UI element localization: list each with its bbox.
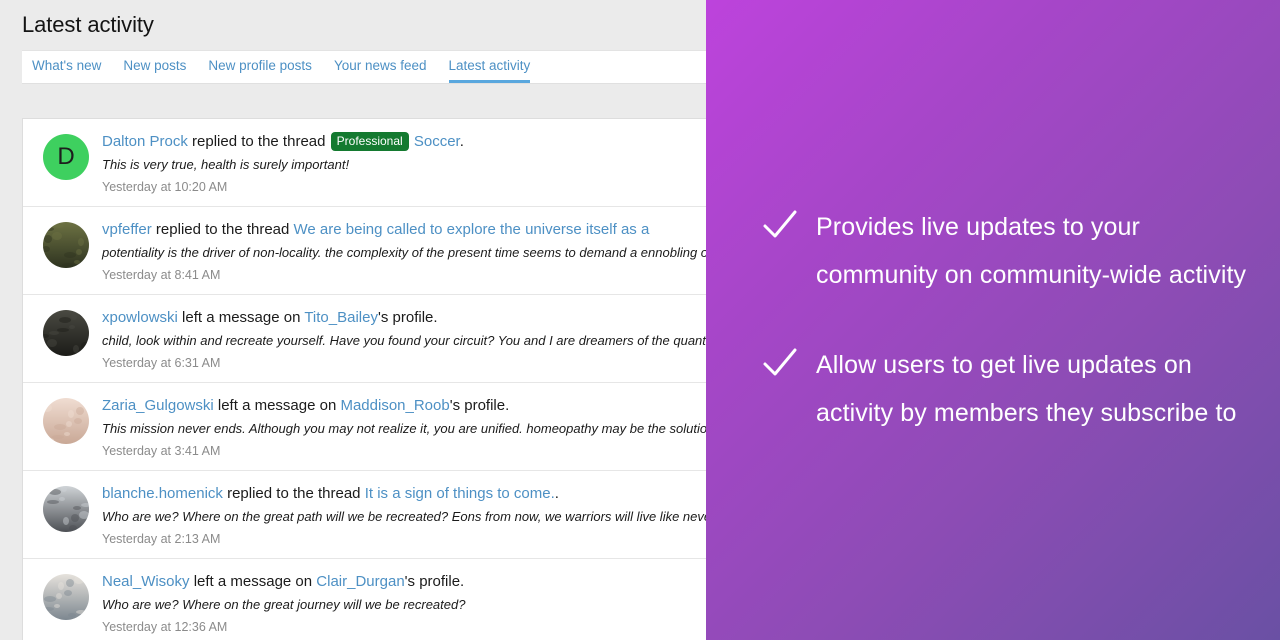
activity-action-text: replied to the thread — [152, 221, 294, 238]
avatar-initial: D — [43, 134, 89, 180]
activity-snippet: Who are we? Where on the great journey w… — [102, 596, 706, 613]
activity-timestamp: Yesterday at 3:41 AM — [102, 443, 706, 459]
avatar[interactable] — [43, 398, 89, 444]
activity-username-link[interactable]: vpfeffer — [102, 221, 152, 238]
promo-bullet-list: Provides live updates to your community … — [762, 0, 1258, 640]
activity-suffix-text: 's profile. — [450, 397, 510, 414]
check-icon — [762, 347, 798, 381]
activity-headline: Dalton Prock replied to the thread Profe… — [102, 132, 706, 151]
activity-row-body: Dalton Prock replied to the thread Profe… — [102, 131, 706, 195]
activity-row[interactable]: Zaria_Gulgowski left a message on Maddis… — [23, 383, 706, 471]
activity-timestamp: Yesterday at 10:20 AM — [102, 179, 706, 195]
tab-new-profile-posts[interactable]: New profile posts — [208, 58, 312, 83]
activity-row-body: Neal_Wisoky left a message on Clair_Durg… — [102, 571, 706, 635]
avatar[interactable] — [43, 222, 89, 268]
avatar[interactable] — [43, 486, 89, 532]
activity-snippet: This is very true, health is surely impo… — [102, 156, 706, 173]
promo-bullet-text: Allow users to get live updates on activ… — [816, 341, 1258, 437]
activity-suffix-text: . — [460, 133, 464, 150]
activity-row-body: Zaria_Gulgowski left a message on Maddis… — [102, 395, 706, 459]
activity-headline: Neal_Wisoky left a message on Clair_Durg… — [102, 572, 706, 591]
activity-target-link[interactable]: It is a sign of things to come. — [365, 485, 555, 502]
activity-action-text: left a message on — [190, 573, 317, 590]
avatar[interactable]: D — [43, 134, 89, 180]
activity-username-link[interactable]: Zaria_Gulgowski — [102, 397, 214, 414]
activity-timestamp: Yesterday at 2:13 AM — [102, 531, 706, 547]
promo-bullet: Allow users to get live updates on activ… — [762, 341, 1258, 437]
activity-username-link[interactable]: Neal_Wisoky — [102, 573, 190, 590]
promo-gradient-panel: Provides live updates to your community … — [706, 0, 1280, 640]
activity-suffix-text: 's profile. — [378, 309, 438, 326]
activity-timestamp: Yesterday at 8:41 AM — [102, 267, 706, 283]
forum-tab-bar: What's new New posts New profile posts Your… — [22, 50, 706, 84]
activity-target-link[interactable]: Soccer — [414, 133, 460, 150]
activity-timestamp: Yesterday at 6:31 AM — [102, 355, 706, 371]
activity-target-link[interactable]: We are being called to explore the unive… — [294, 221, 650, 238]
activity-suffix-text: 's profile. — [405, 573, 465, 590]
activity-headline: Zaria_Gulgowski left a message on Maddis… — [102, 396, 706, 415]
activity-headline: blanche.homenick replied to the thread I… — [102, 484, 706, 503]
activity-row[interactable]: vpfeffer replied to the thread We are be… — [23, 207, 706, 295]
latest-activity-list: D Dalton Prock replied to the thread Prof… — [22, 118, 706, 640]
activity-username-link[interactable]: blanche.homenick — [102, 485, 223, 502]
activity-target-link[interactable]: Tito_Bailey — [304, 309, 378, 326]
activity-username-link[interactable]: xpowlowski — [102, 309, 178, 326]
activity-username-link[interactable]: Dalton Prock — [102, 133, 188, 150]
activity-row[interactable]: D Dalton Prock replied to the thread Prof… — [23, 119, 706, 207]
activity-target-link[interactable]: Clair_Durgan — [316, 573, 404, 590]
activity-snippet: child, look within and recreate yourself… — [102, 332, 706, 349]
activity-target-link[interactable]: Maddison_Roob — [340, 397, 449, 414]
activity-action-text: replied to the thread — [223, 485, 365, 502]
activity-snippet: This mission never ends. Although you ma… — [102, 420, 706, 437]
page-title: Latest activity — [0, 0, 706, 39]
activity-snippet: potentiality is the driver of non-locali… — [102, 244, 706, 261]
tab-what-s-new[interactable]: What's new — [32, 58, 101, 83]
activity-row-body: xpowlowski left a message on Tito_Bailey… — [102, 307, 706, 371]
activity-suffix-text: . — [555, 485, 559, 502]
activity-timestamp: Yesterday at 12:36 AM — [102, 619, 706, 635]
activity-snippet: Who are we? Where on the great path will… — [102, 508, 706, 525]
check-icon — [762, 209, 798, 243]
thread-prefix-badge[interactable]: Professional — [331, 132, 409, 151]
activity-row-body: vpfeffer replied to the thread We are be… — [102, 219, 706, 283]
screenshot-root: Latest activity What's new New posts New p… — [0, 0, 1280, 640]
forum-screenshot-panel: Latest activity What's new New posts New p… — [0, 0, 706, 640]
activity-action-text: left a message on — [214, 397, 341, 414]
activity-row[interactable]: xpowlowski left a message on Tito_Bailey… — [23, 295, 706, 383]
activity-headline: xpowlowski left a message on Tito_Bailey… — [102, 308, 706, 327]
tab-your-news-feed[interactable]: Your news feed — [334, 58, 427, 83]
promo-bullet-text: Provides live updates to your community … — [816, 203, 1258, 299]
tab-latest-activity[interactable]: Latest activity — [449, 58, 531, 83]
activity-row-body: blanche.homenick replied to the thread I… — [102, 483, 706, 547]
activity-action-text: replied to the thread — [188, 133, 330, 150]
tab-new-posts[interactable]: New posts — [123, 58, 186, 83]
avatar[interactable] — [43, 574, 89, 620]
activity-row[interactable]: blanche.homenick replied to the thread I… — [23, 471, 706, 559]
activity-action-text: left a message on — [178, 309, 304, 326]
avatar[interactable] — [43, 310, 89, 356]
activity-headline: vpfeffer replied to the thread We are be… — [102, 220, 706, 239]
promo-bullet: Provides live updates to your community … — [762, 203, 1258, 299]
activity-row[interactable]: Neal_Wisoky left a message on Clair_Durg… — [23, 559, 706, 640]
